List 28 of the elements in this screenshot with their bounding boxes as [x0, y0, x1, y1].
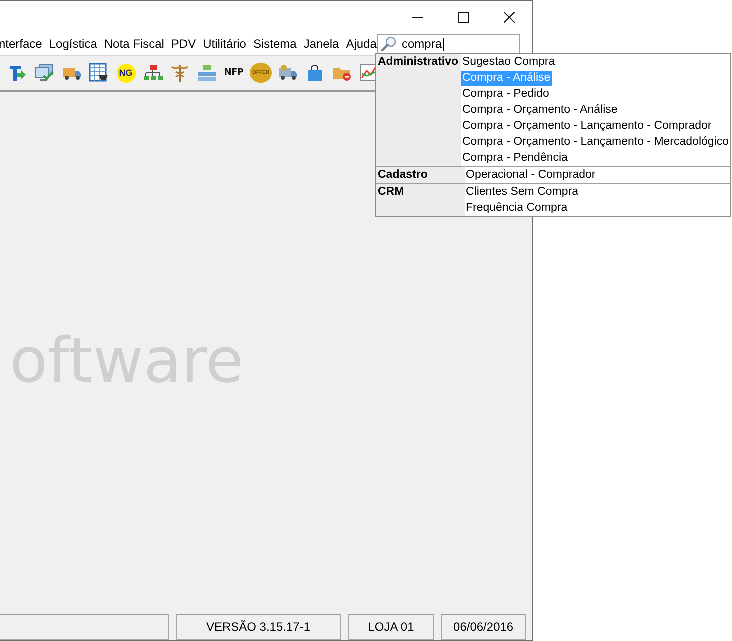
- menu-item[interactable]: Ajuda: [346, 37, 377, 51]
- status-panel: LOJA 01: [348, 614, 434, 640]
- result-item[interactable]: Compra - Pendência: [461, 150, 569, 166]
- group-label: CRM: [378, 186, 404, 198]
- result-item[interactable]: Compra - Orçamento - Lançamento - Comprador: [461, 118, 713, 134]
- status-panel: VERSÃO 3.15.17-1: [176, 614, 342, 640]
- result-item[interactable]: Compra - Pedido: [461, 86, 550, 102]
- status-panel: 06/06/2016: [441, 614, 526, 640]
- menu-item[interactable]: Logística: [49, 37, 98, 51]
- menu-item[interactable]: Sistema: [253, 37, 297, 51]
- result-item[interactable]: Clientes Sem Compra: [465, 184, 580, 200]
- result-item[interactable]: Compra - Orçamento - Análise: [461, 102, 619, 118]
- result-item[interactable]: Compra - Orçamento - Lançamento - Mercadológico: [461, 134, 730, 150]
- group-label: Administrativo: [378, 56, 459, 68]
- menu-item[interactable]: Nota Fiscal: [104, 37, 164, 51]
- close-icon: [504, 12, 514, 22]
- result-item[interactable]: Frequência Compra: [465, 200, 569, 216]
- menu-item[interactable]: PDV: [171, 37, 196, 51]
- search-icon: [381, 36, 397, 52]
- menu-item[interactable]: nterface: [0, 37, 42, 51]
- menu-item[interactable]: Utilitário: [203, 37, 246, 51]
- menu-item[interactable]: Janela: [304, 37, 340, 51]
- spreadsheet-icon[interactable]: [88, 61, 110, 85]
- maximize-icon: [458, 12, 468, 22]
- group-label: Cadastro: [378, 169, 428, 181]
- search-field[interactable]: compra: [377, 34, 520, 54]
- result-item[interactable]: Operacional - Comprador: [465, 168, 597, 182]
- result-item[interactable]: Sugestao Compra: [461, 54, 556, 70]
